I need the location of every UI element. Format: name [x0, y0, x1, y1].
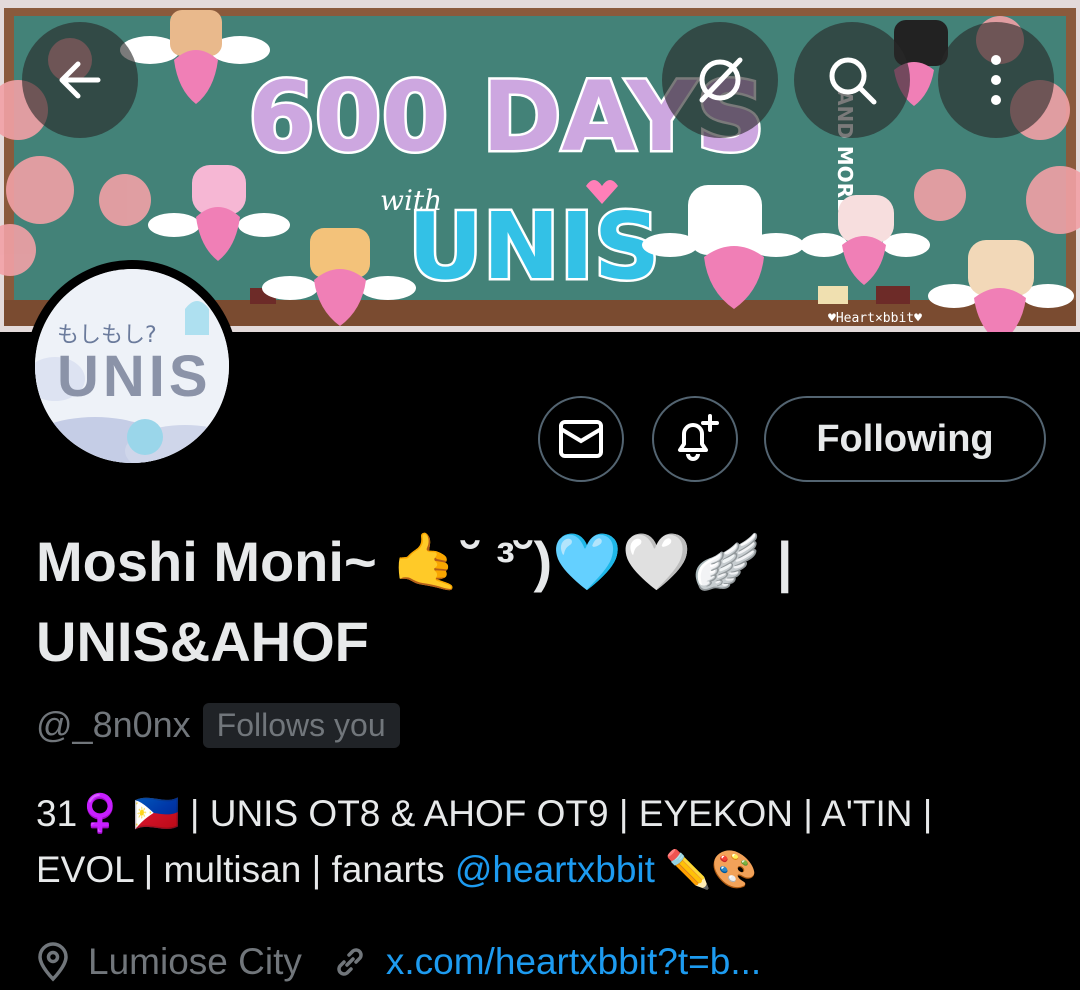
- avatar-image: もしもし? UNIS: [35, 269, 229, 463]
- more-button[interactable]: [938, 22, 1054, 138]
- website-link[interactable]: x.com/heartxbbit?t=b...: [386, 941, 761, 983]
- notify-button[interactable]: [652, 396, 738, 482]
- bio-line-2-prefix: EVOL | multisan | fanarts: [36, 849, 455, 890]
- bio: 31♀️ 🇵🇭 | UNIS OT8 & AHOF OT9 | EYEKON |…: [36, 786, 1046, 898]
- display-name: Moshi Moni~ 🤙˘ ³˘)🩵🤍🪽 | UNIS&AHOF: [36, 522, 1046, 682]
- follows-you-badge: Follows you: [202, 702, 400, 748]
- bio-line-2: EVOL | multisan | fanarts @heartxbbit ✏️…: [36, 842, 1046, 898]
- search-button[interactable]: [794, 22, 910, 138]
- arrow-left-icon: [59, 61, 101, 99]
- handle-row: @_8n0nx Follows you: [36, 700, 400, 750]
- search-icon: [829, 57, 877, 105]
- display-name-line1: Moshi Moni~ 🤙˘ ³˘)🩵🤍🪽 |: [36, 530, 793, 593]
- username-handle: @_8n0nx: [36, 704, 191, 745]
- grok-button[interactable]: [662, 22, 778, 138]
- link-icon: [337, 948, 363, 976]
- bio-line-2-suffix: ✏️🎨: [654, 849, 758, 890]
- grok-icon: [699, 57, 743, 103]
- profile-meta: Lumiose City x.com/heartxbbit?t=b...: [36, 934, 761, 990]
- back-button[interactable]: [22, 22, 138, 138]
- avatar-logo-text: UNIS: [57, 344, 212, 409]
- location-pin-icon: [38, 942, 68, 982]
- bio-mention-link[interactable]: @heartxbbit: [455, 849, 655, 890]
- bio-line-1: 31♀️ 🇵🇭 | UNIS OT8 & AHOF OT9 | EYEKON |…: [36, 793, 933, 834]
- message-button[interactable]: [538, 396, 624, 482]
- avatar[interactable]: もしもし? UNIS: [26, 260, 238, 472]
- more-vertical-icon: [991, 55, 1001, 105]
- banner-signature: ♥Heart×bbit♥: [828, 311, 922, 326]
- location-text: Lumiose City: [88, 941, 302, 982]
- bell-plus-icon: [678, 414, 719, 461]
- display-name-line2: UNIS&AHOF: [36, 610, 369, 673]
- following-button[interactable]: Following: [764, 396, 1046, 482]
- banner-brand: UNIS: [408, 193, 660, 300]
- envelope-icon: [559, 420, 603, 458]
